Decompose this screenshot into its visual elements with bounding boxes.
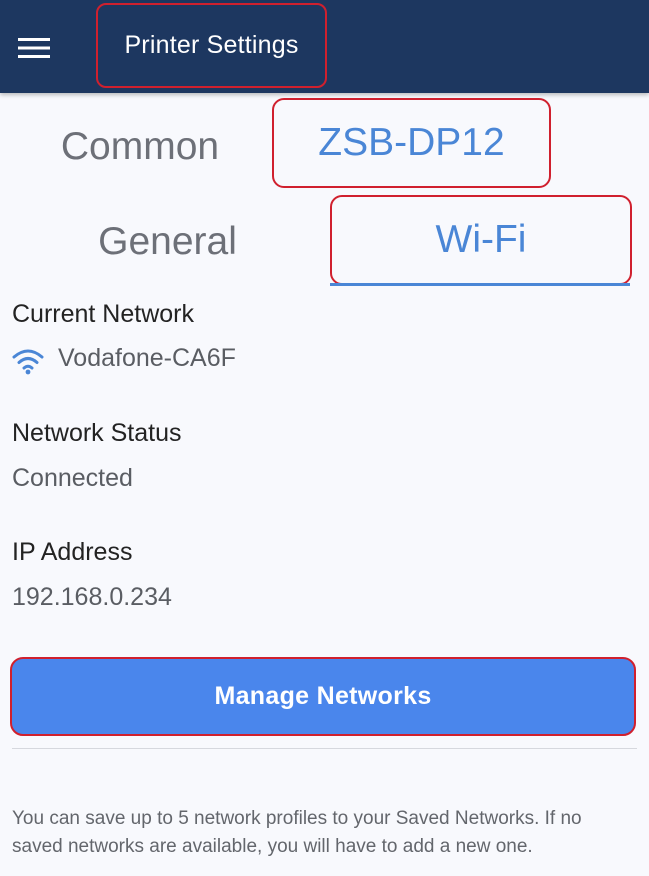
active-tab-indicator xyxy=(330,283,630,286)
saved-networks-note: You can save up to 5 network profiles to… xyxy=(12,808,582,857)
page-title-container: Printer Settings xyxy=(96,3,327,88)
tab-printer-zsb-dp12[interactable]: ZSB-DP12 xyxy=(272,98,551,188)
tab-wifi[interactable]: Wi-Fi xyxy=(330,195,632,285)
current-network-label: Current Network xyxy=(12,300,194,328)
current-network-value: Vodafone-CA6F xyxy=(58,344,236,372)
wifi-icon xyxy=(12,349,44,375)
app-bar: Printer Settings xyxy=(0,0,649,93)
network-status-label: Network Status xyxy=(12,419,182,447)
menu-button[interactable] xyxy=(18,28,72,68)
manage-networks-button[interactable]: Manage Networks xyxy=(10,657,636,736)
ip-address-label: IP Address xyxy=(12,538,133,566)
hamburger-menu-icon xyxy=(18,38,50,58)
network-status-value: Connected xyxy=(12,464,133,492)
ip-address-value: 192.168.0.234 xyxy=(12,583,172,611)
tab-general[interactable]: General xyxy=(30,203,305,281)
page-title: Printer Settings xyxy=(124,31,299,59)
tab-common[interactable]: Common xyxy=(20,108,260,186)
divider xyxy=(12,748,637,749)
